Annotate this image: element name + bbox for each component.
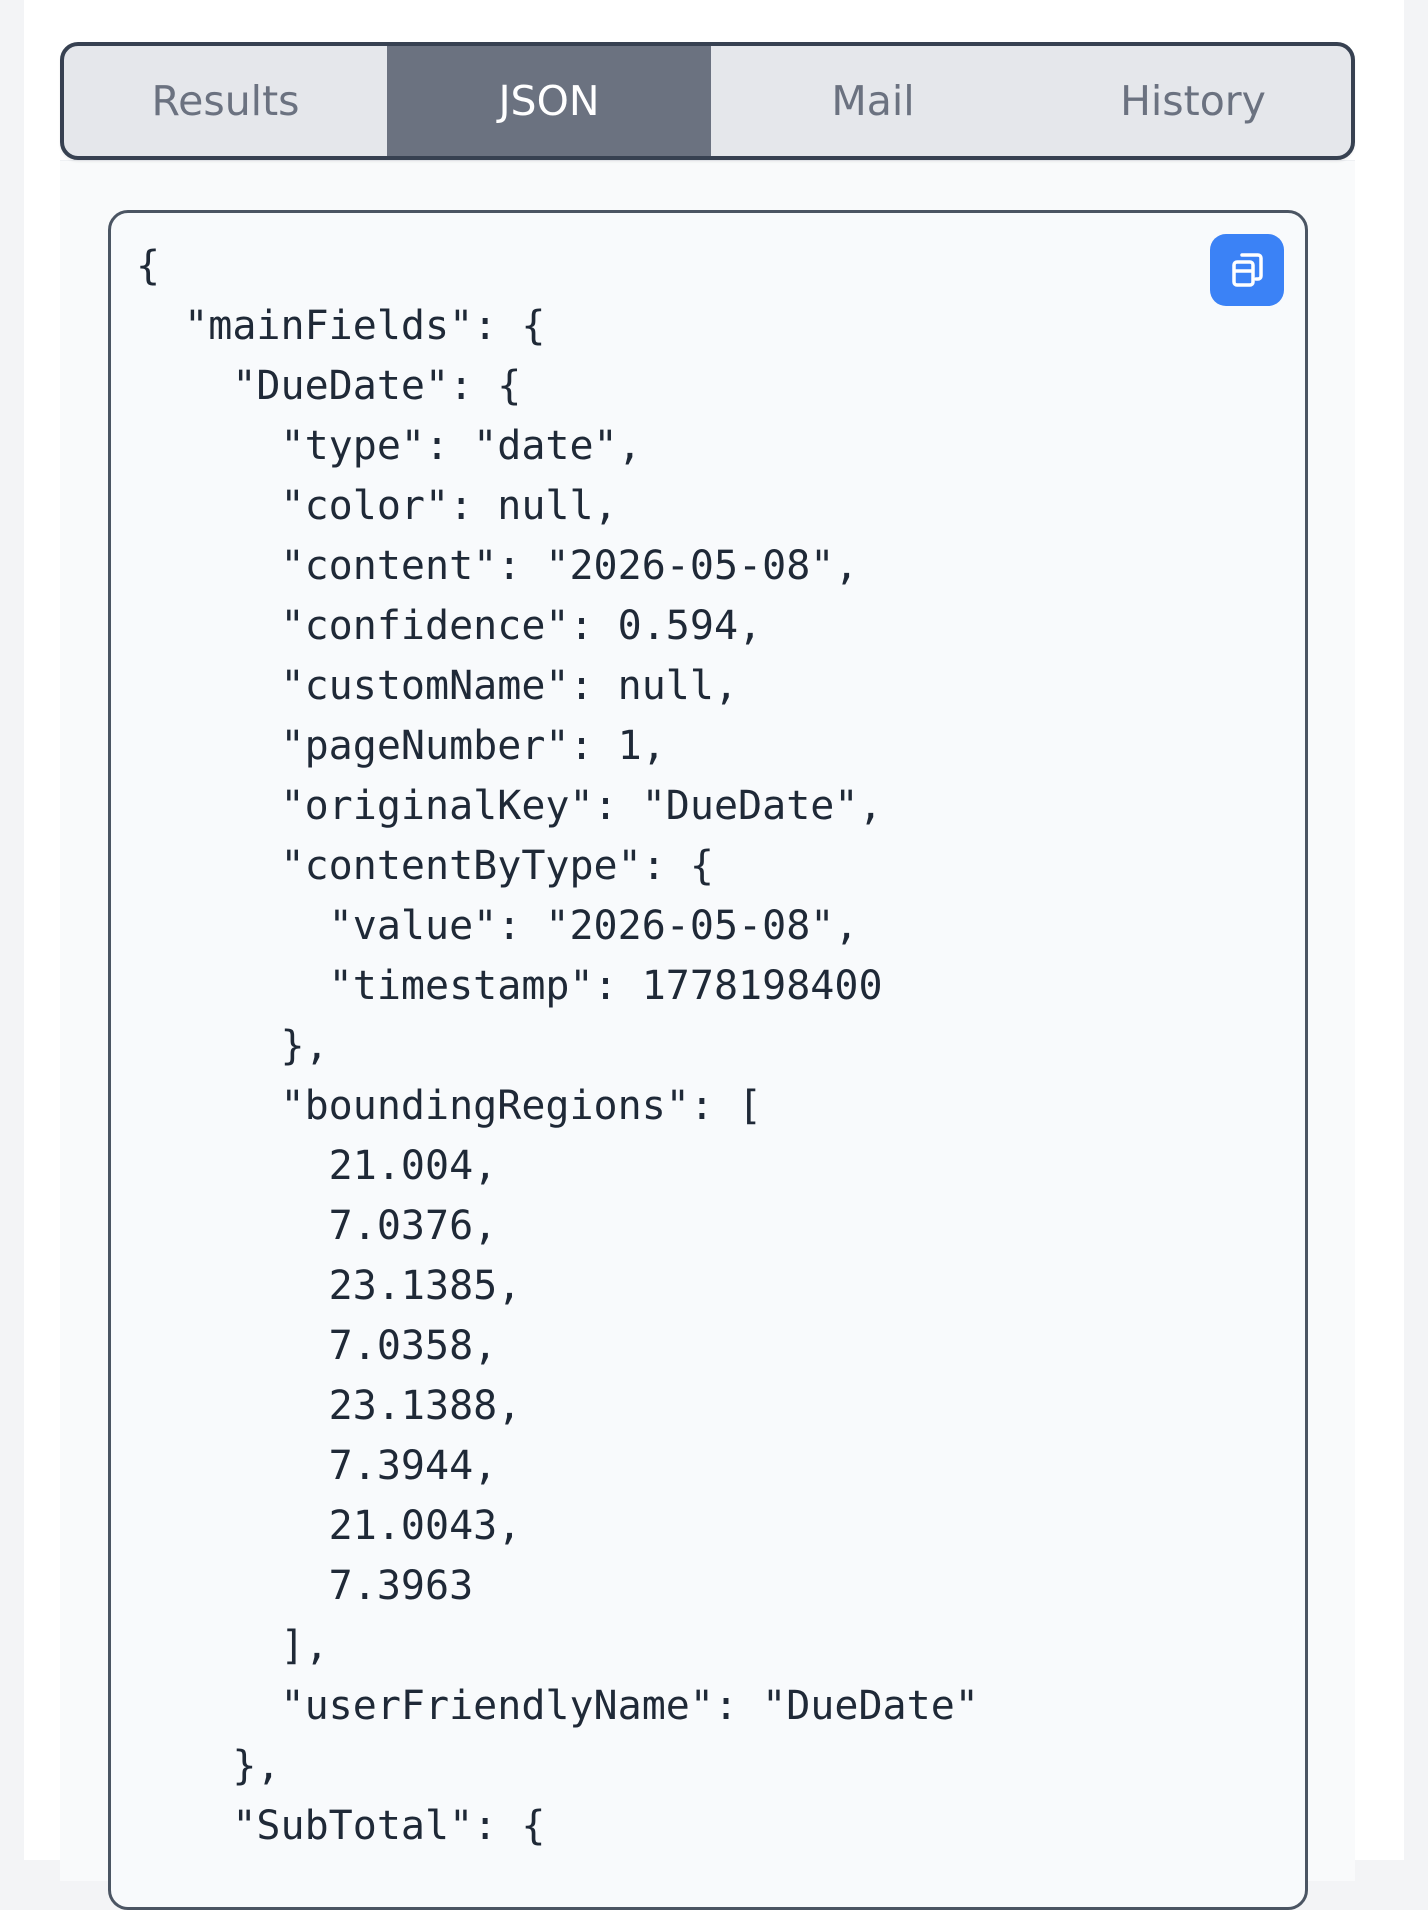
code-line: "SubTotal": {: [136, 1803, 546, 1849]
code-line: ],: [136, 1623, 329, 1669]
tab-results[interactable]: Results: [64, 46, 387, 156]
code-line: 21.0043,: [136, 1503, 522, 1549]
left-gutter: [0, 0, 24, 1860]
code-line: "userFriendlyName": "DueDate": [136, 1683, 979, 1729]
tab-bar: Results JSON Mail History: [60, 42, 1355, 160]
code-line: "customName": null,: [136, 663, 739, 709]
code-line: "contentByType": {: [136, 843, 714, 889]
tab-history[interactable]: History: [1035, 46, 1351, 156]
code-line: 7.0376,: [136, 1203, 498, 1249]
copy-button[interactable]: [1210, 234, 1284, 306]
code-line: "boundingRegions": [: [136, 1083, 763, 1129]
code-line: 23.1385,: [136, 1263, 522, 1309]
code-line: "value": "2026-05-08",: [136, 903, 859, 949]
code-line: 7.3944,: [136, 1443, 498, 1489]
copy-icon: [1232, 253, 1263, 287]
code-line: "color": null,: [136, 483, 618, 529]
code-line: },: [136, 1023, 329, 1069]
right-gutter: [1404, 0, 1428, 1860]
code-line: "timestamp": 1778198400: [136, 963, 883, 1009]
json-code: { "mainFields": { "DueDate": { "type": "…: [136, 236, 979, 1856]
page: Results JSON Mail History { "mainFields"…: [0, 0, 1428, 1910]
code-line: "type": "date",: [136, 423, 642, 469]
tab-mail[interactable]: Mail: [711, 46, 1035, 156]
tab-json[interactable]: JSON: [387, 46, 711, 156]
code-line: 7.3963: [136, 1563, 474, 1609]
code-line: 7.0358,: [136, 1323, 498, 1369]
code-line: "originalKey": "DueDate",: [136, 783, 883, 829]
code-line: 23.1388,: [136, 1383, 522, 1429]
code-line: "pageNumber": 1,: [136, 723, 666, 769]
code-line: "mainFields": {: [136, 303, 546, 349]
code-line: "DueDate": {: [136, 363, 522, 409]
code-line: },: [136, 1743, 281, 1789]
code-line: 21.004,: [136, 1143, 498, 1189]
code-line: "content": "2026-05-08",: [136, 543, 859, 589]
code-line: {: [136, 243, 161, 289]
code-line: "confidence": 0.594,: [136, 603, 763, 649]
